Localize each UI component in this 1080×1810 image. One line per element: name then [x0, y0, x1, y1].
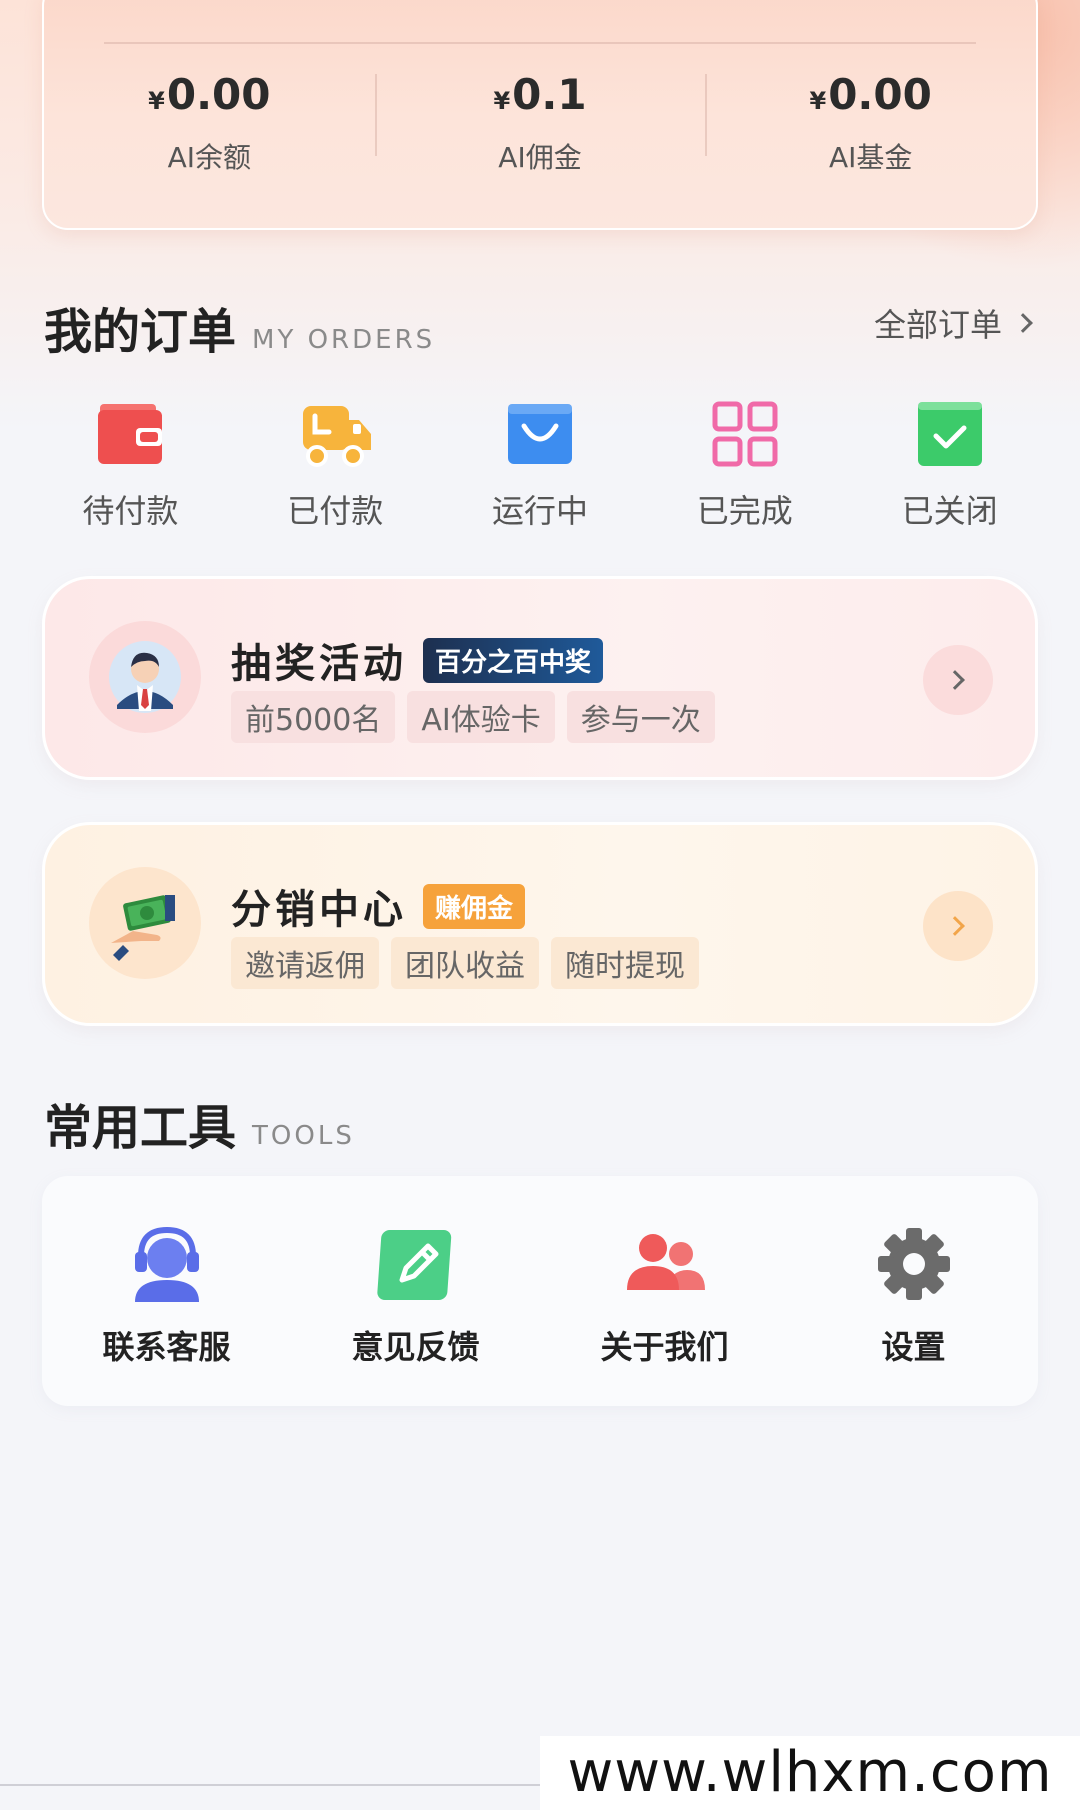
all-orders-link[interactable]: 全部订单 — [873, 300, 1033, 346]
tool-settings[interactable]: 设置 — [789, 1226, 1038, 1406]
stat-value: ¥0.1 — [493, 70, 587, 119]
order-label: 已完成 — [696, 492, 793, 530]
watermark: www.wlhxm.com — [540, 1736, 1080, 1810]
order-running[interactable]: 运行中 — [438, 400, 643, 532]
feedback-edit-icon — [376, 1226, 456, 1302]
distribution-avatar — [89, 867, 201, 979]
stat-ai-fund[interactable]: ¥0.00 AI基金 — [705, 70, 1036, 176]
delivery-truck-icon — [301, 400, 372, 468]
tool-label: 设置 — [881, 1328, 946, 1366]
grid-icon — [711, 400, 779, 468]
check-box-icon — [916, 400, 984, 468]
shopping-bag-icon — [506, 400, 574, 468]
stat-label: AI余额 — [167, 141, 252, 174]
tag: 前5000名 — [231, 691, 396, 743]
customer-service-icon — [127, 1226, 207, 1302]
tag: 团队收益 — [391, 937, 539, 989]
businessman-icon — [109, 641, 181, 713]
order-label: 已关闭 — [901, 492, 998, 530]
tools-section-header: 常用工具 TOOLS — [44, 1088, 355, 1158]
distribution-badge: 赚佣金 — [423, 883, 526, 929]
order-paid[interactable]: 已付款 — [233, 400, 438, 532]
lottery-avatar — [89, 621, 201, 733]
tag: 随时提现 — [551, 937, 699, 989]
tool-feedback[interactable]: 意见反馈 — [291, 1226, 540, 1406]
section-subtitle: MY ORDERS — [252, 325, 436, 355]
wallet-icon — [96, 400, 164, 468]
order-pending-payment[interactable]: 待付款 — [28, 400, 233, 532]
section-title: 我的订单 — [44, 304, 237, 360]
distribution-card[interactable]: 分销中心 赚佣金 邀请返佣 团队收益 随时提现 — [42, 822, 1038, 1026]
stat-value: ¥0.00 — [809, 70, 932, 119]
stat-label: AI基金 — [828, 141, 913, 174]
distribution-arrow-button[interactable] — [923, 891, 993, 961]
chevron-right-icon — [1013, 313, 1033, 333]
order-label: 运行中 — [491, 492, 588, 530]
chevron-right-icon — [945, 670, 965, 690]
tag: 参与一次 — [566, 691, 715, 743]
distribution-title: 分销中心 — [231, 887, 407, 933]
distribution-tags: 邀请返佣 团队收益 随时提现 — [231, 937, 699, 989]
settings-gear-icon — [874, 1226, 954, 1302]
tool-label: 意见反馈 — [351, 1328, 480, 1366]
tag: 邀请返佣 — [231, 937, 379, 989]
section-subtitle: TOOLS — [252, 1121, 355, 1151]
section-title: 常用工具 — [44, 1100, 237, 1156]
stat-value: ¥0.00 — [148, 70, 271, 119]
lottery-arrow-button[interactable] — [923, 645, 993, 715]
orders-section-header: 我的订单 MY ORDERS — [44, 292, 435, 362]
tools-card: 联系客服 意见反馈 关于我们 设置 — [42, 1176, 1038, 1406]
chevron-right-icon — [945, 916, 965, 936]
lottery-badge: 百分之百中奖 — [423, 637, 604, 683]
tool-contact-support[interactable]: 联系客服 — [42, 1226, 291, 1406]
order-closed[interactable]: 已关闭 — [847, 400, 1052, 532]
all-orders-label: 全部订单 — [873, 306, 1002, 344]
distribution-title-row: 分销中心 赚佣金 — [231, 877, 526, 935]
lottery-title-row: 抽奖活动 百分之百中奖 — [231, 631, 604, 689]
tool-label: 关于我们 — [600, 1328, 729, 1366]
tab-bar-divider — [0, 1784, 540, 1786]
order-label: 待付款 — [82, 492, 179, 530]
stat-label: AI佣金 — [498, 141, 582, 174]
tool-label: 联系客服 — [102, 1328, 231, 1366]
order-completed[interactable]: 已完成 — [642, 400, 847, 532]
lottery-card[interactable]: 抽奖活动 百分之百中奖 前5000名 AI体验卡 参与一次 — [42, 576, 1038, 780]
order-status-row: 待付款 已付款 运行中 已完成 已关闭 — [28, 400, 1052, 532]
wallet-stats: ¥0.00 AI余额 ¥0.1 AI佣金 ¥0.00 AI基金 — [44, 70, 1036, 176]
wallet-card: ¥0.00 AI余额 ¥0.1 AI佣金 ¥0.00 AI基金 — [42, 0, 1038, 230]
stat-ai-balance[interactable]: ¥0.00 AI余额 — [44, 70, 375, 176]
tool-about-us[interactable]: 关于我们 — [540, 1226, 789, 1406]
tag: AI体验卡 — [407, 691, 555, 743]
money-hand-icon — [111, 895, 175, 961]
users-icon — [625, 1226, 705, 1302]
stat-ai-commission[interactable]: ¥0.1 AI佣金 — [374, 70, 706, 176]
order-label: 已付款 — [287, 492, 384, 530]
divider — [104, 42, 976, 44]
lottery-tags: 前5000名 AI体验卡 参与一次 — [231, 691, 715, 743]
lottery-title: 抽奖活动 — [231, 641, 407, 687]
